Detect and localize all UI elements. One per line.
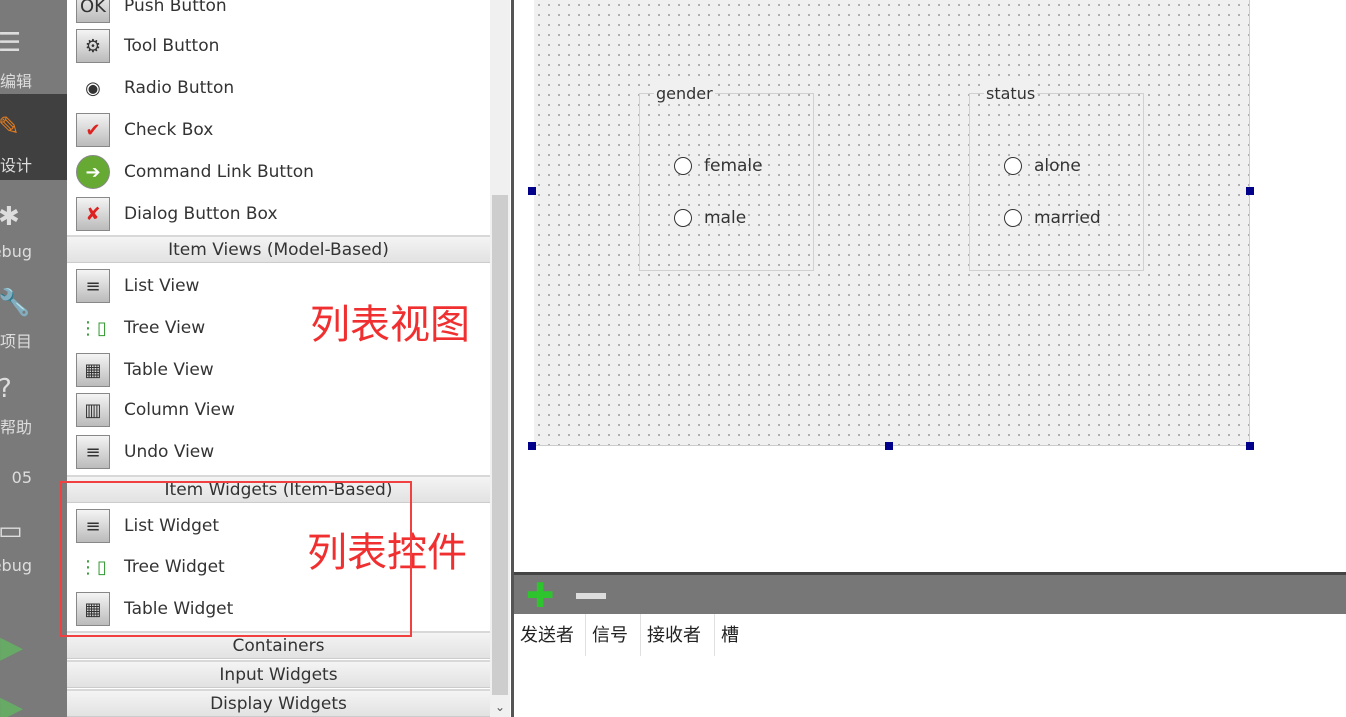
widget-radio-button[interactable]: ◉ Radio Button <box>67 68 490 108</box>
remove-connection-button[interactable] <box>576 593 606 599</box>
radio-circle-icon <box>1004 157 1022 175</box>
radio-circle-icon <box>674 157 692 175</box>
list-view-icon: ≡ <box>76 269 110 303</box>
kit-label: 05 <box>11 468 32 487</box>
radio-female[interactable]: female <box>674 156 763 176</box>
column-sender[interactable]: ⌄ 发送者 <box>514 614 586 656</box>
run-icon[interactable]: ▶ <box>0 630 23 665</box>
resize-handle-bottom-right[interactable] <box>1246 442 1254 450</box>
widget-box-scrollbar[interactable]: ⌄ <box>490 0 510 717</box>
widget-dialog-button-box[interactable]: ✘ Dialog Button Box <box>67 194 490 234</box>
widget-check-box[interactable]: ✔ Check Box <box>67 110 490 150</box>
tool-button-icon: ⚙ <box>76 29 110 63</box>
status-title: status <box>984 84 1038 103</box>
debug-run-icon[interactable]: ▶ <box>0 690 23 717</box>
radio-button-icon: ◉ <box>85 77 101 99</box>
widget-column-view[interactable]: ▥ Column View <box>67 390 490 430</box>
tree-view-icon: ⋮▯ <box>79 317 107 339</box>
signal-slot-toolbar: ✚ <box>514 572 1346 614</box>
undo-view-icon: ≡ <box>76 435 110 469</box>
radio-circle-icon <box>674 209 692 227</box>
radio-male[interactable]: male <box>674 208 746 228</box>
push-button-icon: OK <box>76 0 110 23</box>
category-input-widgets[interactable]: Input Widgets <box>67 660 490 688</box>
column-receiver[interactable]: 接收者 <box>641 614 715 656</box>
mode-projects[interactable]: 🔧 项目 <box>0 270 67 356</box>
resize-handle-right[interactable] <box>1246 187 1254 195</box>
gender-title: gender <box>654 84 715 103</box>
command-link-icon: ➔ <box>76 155 110 189</box>
scroll-down-icon[interactable]: ⌄ <box>490 697 510 717</box>
projects-icon: 🔧 <box>0 288 31 318</box>
column-slot[interactable]: 槽 <box>715 614 755 656</box>
target-selector[interactable]: ▭Debug <box>0 498 67 584</box>
resize-handle-bottom[interactable] <box>885 442 893 450</box>
radio-alone[interactable]: alone <box>1004 156 1081 176</box>
add-connection-button[interactable]: ✚ <box>526 579 555 613</box>
widget-push-button[interactable]: OK Push Button <box>67 0 490 26</box>
widget-command-link-button[interactable]: ➔ Command Link Button <box>67 152 490 192</box>
column-signal[interactable]: 信号 <box>586 614 641 656</box>
mode-design[interactable]: ✎ 设计 <box>0 94 67 180</box>
signal-slot-table[interactable]: ⌄ 发送者 信号 接收者 槽 <box>514 614 1346 717</box>
form-editor: gender female male status alone married <box>514 0 1346 572</box>
help-icon: ? <box>0 374 28 404</box>
resize-handle-bottom-left[interactable] <box>528 442 536 450</box>
gender-groupbox[interactable]: gender female male <box>639 84 814 271</box>
category-item-views[interactable]: Item Views (Model-Based) <box>67 235 490 263</box>
monitor-icon: ▭ <box>0 516 23 546</box>
mode-debug[interactable]: ✱Debug <box>0 184 67 270</box>
highlight-box <box>60 481 412 637</box>
table-view-icon: ▦ <box>76 353 110 387</box>
widget-tool-button[interactable]: ⚙ Tool Button <box>67 26 490 66</box>
resize-handle-left[interactable] <box>528 187 536 195</box>
status-groupbox[interactable]: status alone married <box>969 84 1144 271</box>
debug-icon: ✱ <box>0 202 20 232</box>
mode-bar: ☰编辑 ✎设计 ✱Debug 🔧项目 ?帮助 05 ▭Debug ▶ ▶ <box>0 0 67 717</box>
design-icon: ✎ <box>0 112 20 142</box>
widget-table-view[interactable]: ▦ Table View <box>67 350 490 390</box>
scrollbar-thumb[interactable] <box>492 195 508 695</box>
radio-married[interactable]: married <box>1004 208 1101 228</box>
radio-circle-icon <box>1004 209 1022 227</box>
widget-undo-view[interactable]: ≡ Undo View <box>67 432 490 472</box>
sort-chevron-icon: ⌄ <box>544 626 553 637</box>
column-view-icon: ▥ <box>76 393 110 427</box>
dialog-button-box-icon: ✘ <box>76 197 110 231</box>
category-display-widgets[interactable]: Display Widgets <box>67 689 490 717</box>
mode-edit[interactable]: ☰ 编辑 <box>0 10 67 96</box>
annotation-list-views: 列表视图 <box>310 302 470 348</box>
form-canvas[interactable]: gender female male status alone married <box>534 0 1250 446</box>
check-box-icon: ✔ <box>76 113 110 147</box>
edit-icon: ☰ <box>0 28 22 58</box>
